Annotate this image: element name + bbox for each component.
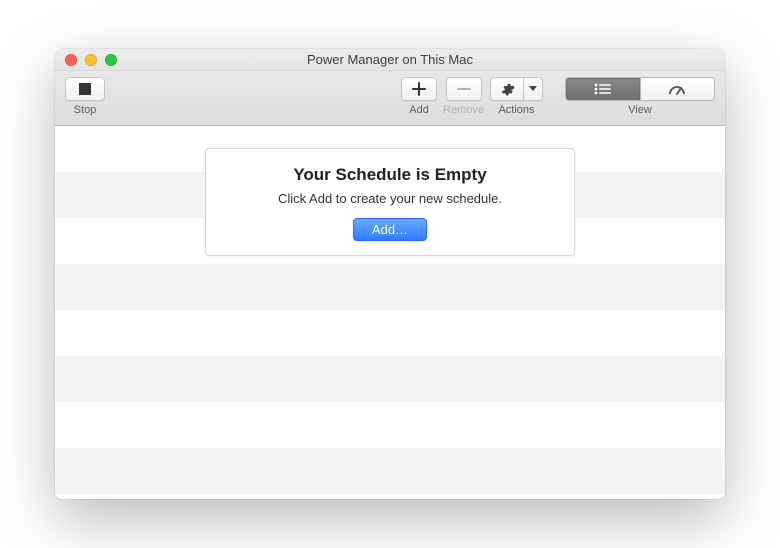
traffic-lights xyxy=(55,54,117,66)
empty-state-add-button[interactable]: Add… xyxy=(353,218,427,241)
gauge-icon xyxy=(668,82,686,96)
gear-icon xyxy=(500,82,515,97)
view-segmented-control[interactable] xyxy=(565,77,715,101)
toolbar-stop-group: Stop xyxy=(65,77,105,116)
toolbar-remove-group: Remove xyxy=(443,77,484,116)
stop-icon xyxy=(79,83,91,95)
toolbar-actions-group: Actions xyxy=(490,77,543,116)
remove-button[interactable] xyxy=(446,77,482,101)
stop-label: Stop xyxy=(74,104,97,116)
plus-icon xyxy=(412,82,426,96)
actions-menu-button[interactable] xyxy=(523,77,543,101)
toolbar-view-group: View xyxy=(565,77,715,116)
add-label: Add xyxy=(409,104,429,116)
minus-icon xyxy=(457,82,471,96)
toolbar: Stop Add Remove xyxy=(55,71,725,126)
list-icon xyxy=(594,83,612,95)
remove-label: Remove xyxy=(443,104,484,116)
empty-state-card: Your Schedule is Empty Click Add to crea… xyxy=(205,148,575,256)
chevron-down-icon xyxy=(529,86,537,92)
minimize-window-button[interactable] xyxy=(85,54,97,66)
add-button[interactable] xyxy=(401,77,437,101)
actions-label: Actions xyxy=(498,104,534,116)
titlebar: Power Manager on This Mac xyxy=(55,49,725,71)
close-window-button[interactable] xyxy=(65,54,77,66)
empty-state-title: Your Schedule is Empty xyxy=(226,165,554,185)
empty-state-subtitle: Click Add to create your new schedule. xyxy=(226,191,554,206)
zoom-window-button[interactable] xyxy=(105,54,117,66)
toolbar-add-group: Add xyxy=(401,77,437,116)
actions-button[interactable] xyxy=(490,77,524,101)
window: Power Manager on This Mac Stop Add Remov… xyxy=(55,49,725,499)
view-list-button[interactable] xyxy=(566,78,640,100)
window-title: Power Manager on This Mac xyxy=(55,52,725,67)
view-activity-button[interactable] xyxy=(640,78,715,100)
view-label: View xyxy=(628,104,652,116)
content-area: Your Schedule is Empty Click Add to crea… xyxy=(55,126,725,499)
stop-button[interactable] xyxy=(65,77,105,101)
